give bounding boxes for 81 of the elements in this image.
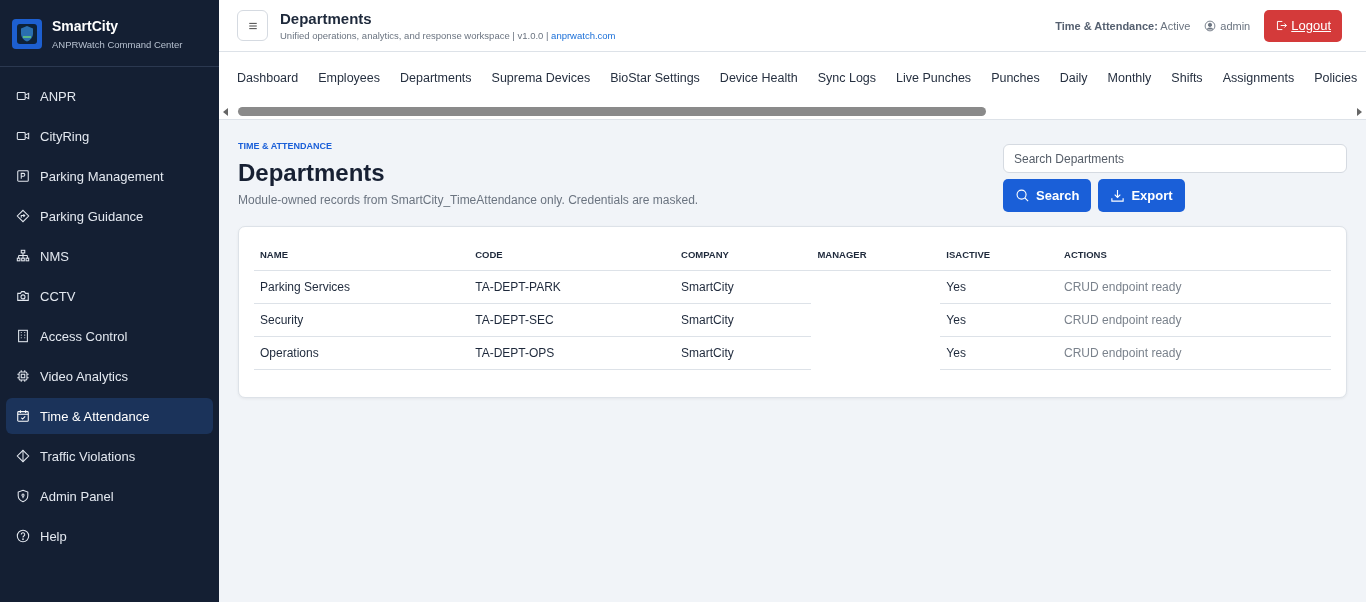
sidebar-item[interactable]: Help [6, 518, 213, 554]
sidebar-item[interactable]: ANPR [6, 78, 213, 114]
brand-subtitle: ANPRWatch Command Center [52, 39, 183, 50]
table-cell: Yes [940, 336, 1059, 370]
table-cell: Yes [940, 303, 1059, 337]
sidebar-item[interactable]: Parking Guidance [6, 198, 213, 234]
nav-tab[interactable]: BioStar Settings [600, 65, 710, 91]
export-button[interactable]: Export [1098, 179, 1185, 212]
website-link[interactable]: anprwatch.com [551, 30, 616, 41]
nav-tab[interactable]: Dashboard [227, 65, 309, 91]
column-header: CODE [469, 239, 676, 271]
photo-camera-icon [16, 289, 30, 303]
sidebar-item[interactable]: Admin Panel [6, 478, 213, 514]
nav-tab[interactable]: Suprema Devices [481, 65, 601, 91]
logout-icon [1275, 19, 1289, 32]
scroll-left-icon[interactable] [223, 107, 228, 116]
table-cell: Parking Services [254, 270, 470, 304]
table-cell: SmartCity [675, 336, 812, 370]
column-header: MANAGER [811, 239, 941, 271]
sidebar-item[interactable]: NMS [6, 238, 213, 274]
diamond-icon [16, 449, 30, 463]
sign-icon [16, 209, 30, 223]
nav-tab[interactable]: Employees [308, 65, 390, 91]
page-title: Departments [280, 10, 373, 27]
section-heading: Departments [238, 159, 386, 187]
nav-tab[interactable]: Sync Logs [807, 65, 887, 91]
nav-tab[interactable]: Assignments [1212, 65, 1305, 91]
calendar-check-icon [16, 409, 30, 423]
building-icon [16, 329, 30, 343]
table-cell: SmartCity [675, 270, 812, 304]
workspace-subtitle: Unified operations, analytics, and response workspace | v1.0.0 | anprwatch.com [280, 30, 616, 41]
search-button[interactable]: Search [1003, 179, 1092, 212]
table-cell: Yes [940, 270, 1059, 304]
table-cell: TA-DEPT-OPS [469, 336, 676, 370]
column-header: NAME [254, 239, 470, 271]
username: admin [1220, 19, 1251, 32]
column-header: ISACTIVE [940, 239, 1059, 271]
sidebar-item[interactable]: Traffic Violations [6, 438, 213, 474]
user-icon [1204, 19, 1217, 32]
sidebar-item[interactable]: Parking Management [6, 158, 213, 194]
shield-icon [16, 489, 30, 503]
sidebar-item[interactable]: Time & Attendance [6, 398, 213, 434]
download-icon [1110, 188, 1126, 203]
column-header: COMPANY [675, 239, 812, 271]
table-cell: CRUD endpoint ready [1058, 336, 1331, 370]
help-icon [16, 529, 30, 543]
nav-tab[interactable]: Daily [1049, 65, 1098, 91]
table-cell: CRUD endpoint ready [1058, 303, 1331, 337]
nav-tab[interactable]: Monthly [1097, 65, 1162, 91]
chip-icon [16, 369, 30, 383]
table-cell: Operations [254, 336, 470, 370]
nav-tab[interactable]: Policies [1304, 65, 1366, 91]
column-header: ACTIONS [1058, 239, 1331, 271]
table-cell: CRUD endpoint ready [1058, 270, 1331, 304]
brand-name: SmartCity [52, 18, 120, 34]
nav-tab[interactable]: Live Punches [886, 65, 982, 91]
table-cell: SmartCity [675, 303, 812, 337]
sidebar-item[interactable]: Video Analytics [6, 358, 213, 394]
scrollbar-thumb[interactable] [238, 107, 986, 116]
table-cell: TA-DEPT-PARK [469, 270, 676, 304]
nav-tab[interactable]: Device Health [709, 65, 808, 91]
search-field[interactable]: Search Departments [1003, 144, 1347, 173]
logout-button[interactable]: Logout [1264, 9, 1342, 42]
nav-tab[interactable]: Departments [390, 65, 482, 91]
sidebar-item[interactable]: CityRing [6, 118, 213, 154]
section-eyebrow: TIME & ATTENDANCE [238, 141, 333, 151]
sidebar-item[interactable]: CCTV [6, 278, 213, 314]
search-icon [1015, 188, 1030, 203]
camera-icon [16, 89, 30, 103]
camera-icon [16, 129, 30, 143]
section-description: Module-owned records from SmartCity_TimeAttendance only. Credentials are masked. [238, 193, 699, 207]
app-logo [12, 19, 42, 49]
table-cell: Security [254, 303, 470, 337]
nav-tab[interactable]: Shifts [1161, 65, 1213, 91]
nav-tab[interactable]: Punches [981, 65, 1050, 91]
parking-icon [16, 169, 30, 183]
scroll-right-icon[interactable] [1357, 107, 1362, 116]
sidebar-item[interactable]: Access Control [6, 318, 213, 354]
network-icon [16, 249, 30, 263]
table-cell: TA-DEPT-SEC [469, 303, 676, 337]
module-status: Time & Attendance: Active [1055, 19, 1191, 32]
